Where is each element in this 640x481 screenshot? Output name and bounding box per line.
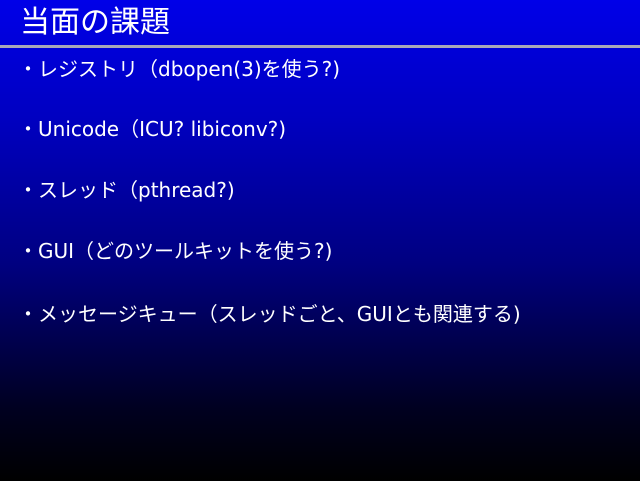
bullet-gui: ・GUI（どのツールキットを使う?) [18, 239, 333, 263]
bullet-registry: ・レジストリ（dbopen(3)を使う?) [18, 57, 341, 81]
bullet-unicode: ・Unicode（ICU? libiconv?) [18, 117, 287, 141]
bullet-thread: ・スレッド（pthread?) [18, 178, 235, 202]
title-divider [0, 45, 640, 48]
slide-title: 当面の課題 [20, 5, 170, 40]
bullet-message-queue: ・メッセージキュー（スレッドごと、GUIとも関連する) [18, 302, 521, 326]
